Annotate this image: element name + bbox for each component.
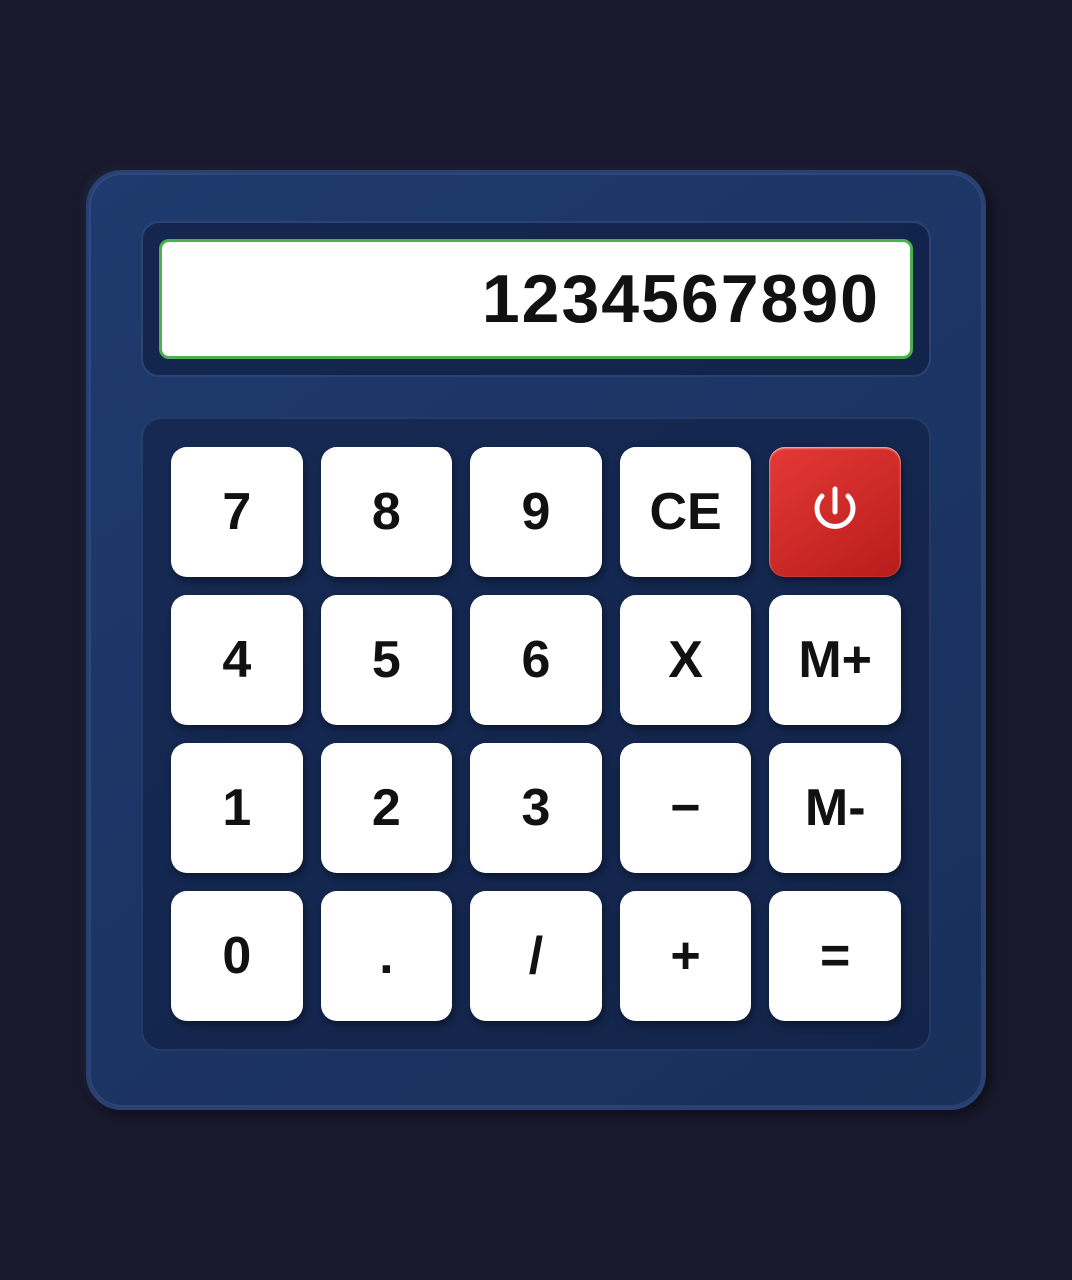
keypad-container: 7 8 9 CE 4 5 bbox=[141, 417, 931, 1051]
btn-decimal[interactable]: . bbox=[321, 891, 453, 1021]
btn-9[interactable]: 9 bbox=[470, 447, 602, 577]
power-icon bbox=[804, 481, 866, 543]
btn-equals[interactable]: = bbox=[769, 891, 901, 1021]
btn-7[interactable]: 7 bbox=[171, 447, 303, 577]
btn-mplus[interactable]: M+ bbox=[769, 595, 901, 725]
btn-4[interactable]: 4 bbox=[171, 595, 303, 725]
display-container: 1234567890 bbox=[141, 221, 931, 377]
btn-5[interactable]: 5 bbox=[321, 595, 453, 725]
btn-0[interactable]: 0 bbox=[171, 891, 303, 1021]
display-screen: 1234567890 bbox=[159, 239, 913, 359]
btn-power[interactable] bbox=[769, 447, 901, 577]
btn-2[interactable]: 2 bbox=[321, 743, 453, 873]
keypad: 7 8 9 CE 4 5 bbox=[171, 447, 901, 1021]
btn-divide[interactable]: / bbox=[470, 891, 602, 1021]
btn-8[interactable]: 8 bbox=[321, 447, 453, 577]
btn-multiply[interactable]: X bbox=[620, 595, 752, 725]
btn-1[interactable]: 1 bbox=[171, 743, 303, 873]
btn-add[interactable]: + bbox=[620, 891, 752, 1021]
btn-ce[interactable]: CE bbox=[620, 447, 752, 577]
display-value: 1234567890 bbox=[482, 260, 880, 338]
btn-6[interactable]: 6 bbox=[470, 595, 602, 725]
btn-mminus[interactable]: M- bbox=[769, 743, 901, 873]
btn-3[interactable]: 3 bbox=[470, 743, 602, 873]
calculator: 1234567890 7 8 9 CE bbox=[86, 170, 986, 1110]
btn-subtract[interactable]: − bbox=[620, 743, 752, 873]
